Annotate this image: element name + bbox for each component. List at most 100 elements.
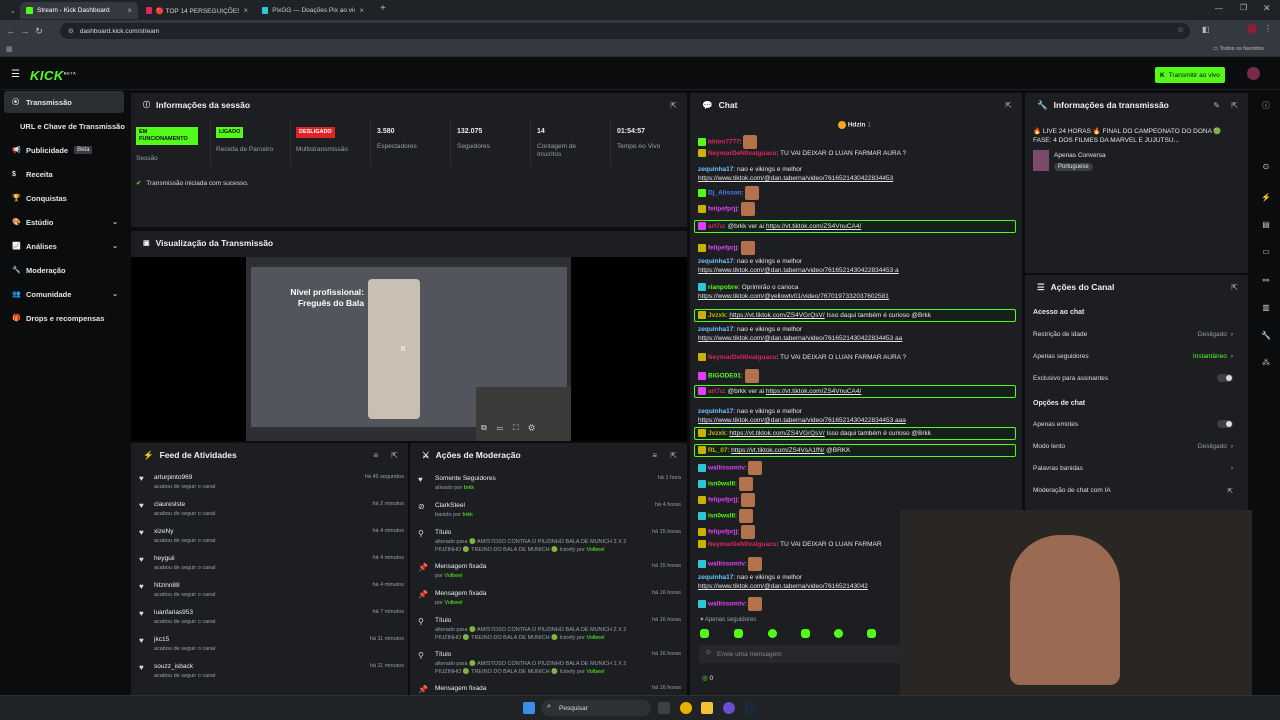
chat-message[interactable]: isn0wxlll: — [698, 477, 1018, 491]
steam-icon[interactable] — [745, 702, 757, 714]
chat-username[interactable]: NeymarDeN0valguacu — [708, 541, 777, 548]
video-frame[interactable]: Nível profissional: Freguês do Bala ⏸ ⧉▭… — [246, 257, 571, 441]
chat-link[interactable]: https://vt.tiktok.com/ZS4VnuCA4/ — [766, 223, 861, 230]
theater-icon[interactable]: ▭ — [497, 423, 513, 432]
mod-action-by[interactable]: Volbeel — [444, 600, 462, 606]
points-row[interactable]: ◎ 0 — [702, 674, 713, 682]
feed-user[interactable]: heyguii — [154, 555, 175, 562]
hamburger-menu-icon[interactable]: ☰ — [11, 69, 20, 80]
info-circle-icon[interactable]: ⓘ — [1260, 100, 1272, 112]
chat-username[interactable]: zequinha17 — [698, 326, 733, 333]
chat-link[interactable]: https://www.tiktok.com/@dan.taberna/vide… — [698, 417, 906, 424]
chat-username[interactable]: felipefprjj — [708, 206, 737, 213]
settings-gear-icon[interactable]: ⚙ — [528, 423, 544, 432]
chat-username[interactable]: Jvzxk — [708, 312, 726, 319]
feed-user[interactable]: xizeNy — [154, 528, 174, 535]
filter-icon[interactable]: ≡ — [652, 451, 657, 460]
profile-avatar[interactable] — [1247, 24, 1257, 34]
chat-username[interactable]: zequinha17 — [698, 166, 733, 173]
chat-username[interactable]: zequinha17 — [698, 574, 733, 581]
sidebar-item-8[interactable]: 👥 Comunidade ⌄ — [4, 283, 124, 305]
chat-message[interactable]: Dj_Alisson: — [698, 186, 1018, 200]
browser-tab[interactable]: PixGG — Doações Pix ao vivo p × — [256, 2, 370, 19]
channel-setting-row[interactable]: Apenas emotes — [1033, 420, 1233, 431]
toggle-switch[interactable] — [1217, 420, 1233, 428]
chat-username[interactable]: Jvzxk — [708, 430, 726, 437]
chat-username[interactable]: isn0wxlll — [708, 481, 735, 488]
popout-icon[interactable]: ⇱ — [391, 451, 398, 460]
browser-tab[interactable]: 🔴 TOP 14 PERSEGUIÇÕES DE 1× — [140, 2, 254, 19]
site-info-icon[interactable]: ⚙ — [68, 27, 74, 35]
server-icon[interactable]: ▥ — [1260, 303, 1272, 315]
chat-link[interactable]: https://www.tiktok.com/@dan.taberna/vide… — [698, 175, 893, 182]
taskbar-search[interactable]: ⌕ Pesquisar — [541, 700, 651, 716]
pause-icon[interactable]: ⏸ — [400, 341, 406, 356]
chat-link[interactable]: https://www.tiktok.com/@dan.taberna/vide… — [698, 335, 902, 342]
pip-icon[interactable]: ⧉ — [481, 423, 497, 432]
close-tab-icon[interactable]: × — [127, 6, 132, 15]
chat-username[interactable]: bkteo7777 — [708, 139, 740, 146]
sidebar-item-4[interactable]: 🏆 Conquistas — [4, 187, 124, 209]
sidebar-item-3[interactable]: $ Receita — [4, 163, 124, 185]
popout-icon[interactable]: ⇱ — [670, 451, 677, 460]
mod-action-by[interactable]: Volbeel — [444, 573, 462, 579]
chat-message[interactable]: felipefprjj: — [698, 241, 1018, 255]
popout-icon[interactable]: ⇱ — [1231, 283, 1238, 292]
feed-user[interactable]: arturpinto969 — [154, 474, 192, 481]
category-name[interactable]: Apenas Conversa — [1054, 152, 1106, 159]
chrome-icon[interactable] — [680, 702, 692, 714]
chat-link[interactable]: https://vt.tiktok.com/ZS4VnuCA4/ — [766, 388, 861, 395]
bookmark-star-icon[interactable]: ☆ — [1177, 25, 1184, 34]
toggle-switch[interactable] — [1217, 374, 1233, 382]
emote-icon[interactable] — [867, 629, 876, 638]
chevron-down-icon[interactable]: ⌄ — [112, 242, 118, 250]
chat-username[interactable]: NeymarDeN0valguacu — [708, 354, 777, 361]
fullscreen-icon[interactable]: ⛶ — [513, 423, 529, 432]
back-icon[interactable]: ← — [4, 26, 18, 36]
sidebar-item-7[interactable]: 🔧 Moderação — [4, 259, 124, 281]
chat-message[interactable]: art7u: @brkk ver ai https://vt.tiktok.co… — [694, 220, 1016, 233]
user-avatar[interactable] — [1247, 67, 1260, 80]
apps-grid-icon[interactable]: ▦ — [6, 45, 13, 53]
chevron-down-icon[interactable]: ⌄ — [112, 290, 118, 298]
chat-link[interactable]: https://vt.tiktok.com/ZS4VGrQsV/ — [729, 312, 824, 319]
chat-message[interactable]: felipefprjj: — [698, 202, 1018, 216]
chat-message[interactable]: NeymarDeN0valguacu: TU VAI DEIXAR O LUAN… — [698, 353, 1018, 362]
chat-message[interactable]: rianpobre: Oprimirão o carioca https://ww… — [698, 283, 1018, 301]
chat-message[interactable]: Jvzxk: https://vt.tiktok.com/ZS4VGrQsV/ … — [694, 427, 1016, 440]
emote-icon[interactable] — [700, 629, 709, 638]
mod-action-by[interactable]: Volbeel — [586, 635, 604, 641]
robot-icon[interactable]: ⊙ — [1260, 162, 1272, 174]
sidebar-item-2[interactable]: 📢 Publicidade Beta — [4, 139, 124, 161]
chat-username[interactable]: felipefprjj — [708, 245, 737, 252]
chat-username[interactable]: isn0wxlll — [708, 513, 735, 520]
feed-user[interactable]: souzz_isback — [154, 663, 193, 670]
chat-message[interactable]: zequinha17: nao e vikings e melhor https:… — [698, 325, 1018, 343]
chat-username[interactable]: RL_07 — [708, 447, 728, 454]
url-input[interactable]: ⚙ dashboard.kick.com/stream — [60, 23, 1190, 39]
chat-message[interactable]: NeymarDeN0valguacu: TU VAI DEIXAR O LUAN… — [698, 149, 1018, 158]
tab-list-icon[interactable]: ⌄ — [4, 2, 16, 19]
browser-menu-icon[interactable]: ⋮ — [1264, 24, 1272, 33]
channel-setting-row[interactable]: Palavras banidas › — [1033, 465, 1233, 475]
file-explorer-icon[interactable] — [701, 702, 713, 714]
chevron-down-icon[interactable]: ⌄ — [112, 218, 118, 226]
emote-icon[interactable] — [801, 629, 810, 638]
channel-setting-row[interactable]: Restrição de idade Desligado › — [1033, 331, 1233, 341]
mod-action-by[interactable]: Volbeel — [586, 547, 604, 553]
channel-setting-row[interactable]: Exclusivo para assinantes — [1033, 374, 1233, 385]
channel-setting-row[interactable]: Modo lento Desligado › — [1033, 443, 1233, 453]
close-tab-icon[interactable]: × — [243, 6, 248, 15]
popout-icon[interactable]: ⇱ — [1231, 101, 1238, 110]
lightning-icon[interactable]: ⚡ — [1260, 193, 1272, 205]
forward-icon[interactable]: → — [18, 26, 32, 36]
sidebar-item-5[interactable]: 🎨 Estúdio ⌄ — [4, 211, 124, 233]
chat-username[interactable]: wallissomtv — [708, 465, 745, 472]
chat-username[interactable]: zequinha17 — [698, 258, 733, 265]
chat-username[interactable]: BIGODE01 — [708, 373, 741, 380]
mod-action-by[interactable]: Volbeel — [586, 669, 604, 675]
chat-username[interactable]: NeymarDeN0valguacu — [708, 150, 777, 157]
sidebar-item-9[interactable]: 🎁 Drops e recompensas — [4, 307, 124, 329]
chat-username[interactable]: felipefprjj — [708, 497, 737, 504]
chat-message[interactable]: bkteo7777: — [698, 135, 1018, 149]
